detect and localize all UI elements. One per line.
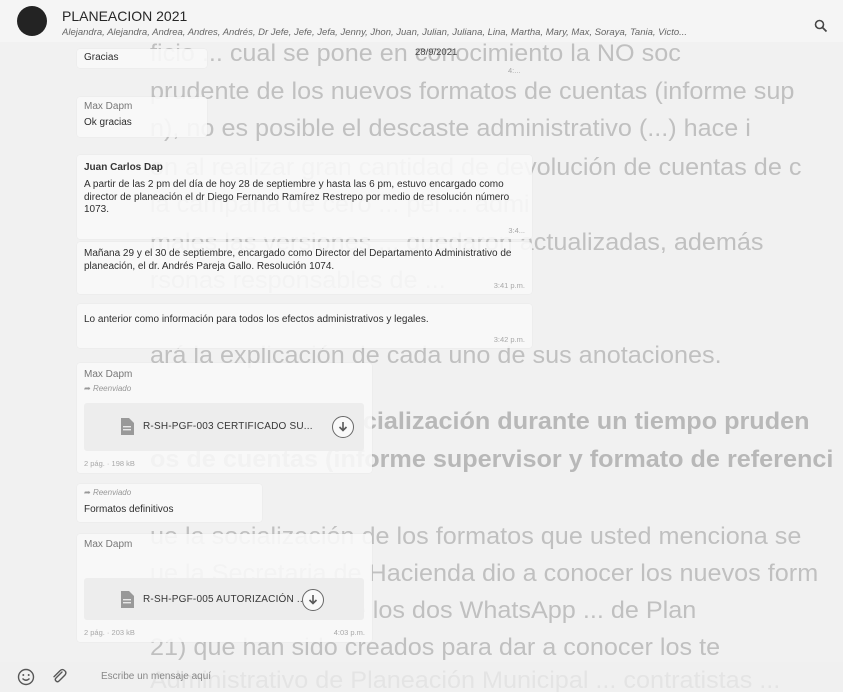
- file-meta: 2 pág. · 203 kB: [84, 628, 135, 637]
- group-members: Alejandra, Alejandra, Andrea, Andres, An…: [62, 27, 688, 38]
- sender-name: Juan Carlos Dap: [84, 162, 163, 173]
- message-time: 4:03 p.m.: [333, 628, 365, 637]
- download-icon: [338, 422, 348, 432]
- emoji-icon[interactable]: [17, 668, 35, 691]
- message-bubble[interactable]: Max Dapm R-SH-PGF-005 AUTORIZACIÓN ... 2…: [77, 534, 372, 642]
- group-title[interactable]: PLANEACION 2021: [62, 8, 187, 24]
- message-time: 3:4...: [508, 226, 525, 235]
- message-bubble[interactable]: Max Dapm ➦ Reenviado R-SH-PGF-003 CERTIF…: [77, 363, 372, 473]
- download-button[interactable]: [302, 589, 324, 611]
- bg-line: n), no es posible el descaste administra…: [150, 115, 751, 142]
- forwarded-label: ➦ Reenviado: [84, 384, 131, 393]
- message-bubble[interactable]: Lo anterior como información para todos …: [77, 304, 532, 348]
- file-meta: 2 pág. · 198 kB: [84, 459, 135, 468]
- group-avatar[interactable]: [17, 6, 47, 36]
- file-name: R-SH-PGF-005 AUTORIZACIÓN ...: [143, 594, 306, 605]
- message-bubble[interactable]: Juan Carlos Dap A partir de las 2 pm del…: [77, 155, 532, 239]
- date-divider: 28/9/2021: [415, 47, 458, 58]
- message-text: Ok gracias: [84, 117, 132, 128]
- message-time: 4:...: [508, 66, 521, 75]
- message-time: 3:41 p.m.: [493, 281, 525, 290]
- download-icon: [308, 595, 318, 605]
- sender-name: Max Dapm: [84, 369, 133, 380]
- bg-line: prudente de los nuevos formatos de cuent…: [150, 78, 795, 105]
- paperclip-icon[interactable]: [50, 667, 68, 690]
- file-row: R-SH-PGF-005 AUTORIZACIÓN ...: [120, 591, 306, 608]
- sender-name: Max Dapm: [84, 539, 133, 550]
- forwarded-text: Reenviado: [92, 384, 132, 393]
- chat-header[interactable]: PLANEACION 2021 Alejandra, Alejandra, An…: [0, 0, 843, 42]
- forwarded-label: ➦ Reenviado: [84, 488, 131, 497]
- download-button[interactable]: [332, 416, 354, 438]
- message-text: Formatos definitivos: [84, 504, 174, 515]
- message-text: Mañana 29 y el 30 de septiembre, encarga…: [84, 248, 512, 272]
- message-input[interactable]: Escribe un mensaje aquí: [101, 671, 211, 682]
- forwarded-text: Reenviado: [92, 488, 132, 497]
- message-bubble[interactable]: Mañana 29 y el 30 de septiembre, encarga…: [77, 242, 532, 294]
- composer-bar: Escribe un mensaje aquí: [0, 662, 843, 692]
- search-icon[interactable]: [814, 19, 828, 38]
- message-text: Lo anterior como información para todos …: [84, 314, 429, 325]
- pdf-file-icon: [121, 591, 134, 608]
- message-time: 3:42 p.m.: [493, 335, 525, 344]
- forward-arrow-icon: ➦: [84, 488, 93, 497]
- forward-arrow-icon: ➦: [84, 384, 93, 393]
- message-bubble[interactable]: Gracias: [77, 49, 207, 68]
- sender-name: Max Dapm: [84, 101, 133, 112]
- message-bubble[interactable]: Max Dapm Ok gracias: [77, 97, 207, 137]
- message-text: A partir de las 2 pm del día de hoy 28 d…: [84, 179, 510, 215]
- message-bubble[interactable]: ➦ Reenviado Formatos definitivos: [77, 484, 262, 522]
- file-name: R-SH-PGF-003 CERTIFICADO SU...: [143, 421, 313, 432]
- pdf-file-icon: [121, 418, 134, 435]
- file-row: R-SH-PGF-003 CERTIFICADO SU...: [120, 418, 313, 435]
- message-text: Gracias: [84, 52, 119, 63]
